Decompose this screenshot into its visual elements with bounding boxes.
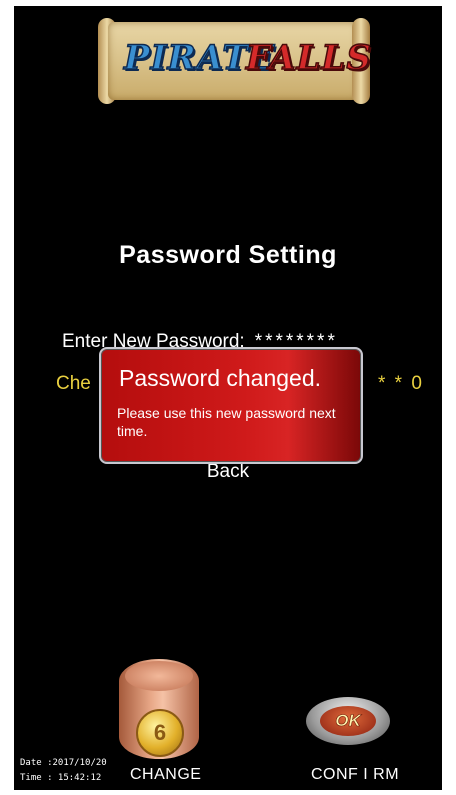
date-stamp: Date :2017/10/20 — [20, 758, 107, 768]
time-stamp: Time : 15:42:12 — [20, 773, 102, 783]
dialog-heading: Password changed. — [119, 365, 322, 391]
dialog-message: Please use this new password next time. — [117, 405, 336, 439]
page-title: Password Setting — [119, 241, 337, 269]
check-password-value: * * 0 — [378, 373, 424, 394]
change-button[interactable]: 6 — [119, 659, 199, 759]
confirm-label: CONF I RM — [311, 766, 400, 783]
coin-icon: 6 — [136, 709, 184, 757]
check-password-label[interactable]: Che — [56, 373, 91, 395]
ok-icon: OK — [320, 706, 376, 736]
back-button[interactable]: Back — [14, 461, 442, 483]
password-changed-dialog: Password changed. Please use this new pa… — [99, 347, 363, 464]
pirate-falls-logo: PIRATE FALLS — [98, 14, 372, 106]
change-label: CHANGE — [130, 766, 202, 783]
barrel-cap — [125, 661, 193, 691]
confirm-button[interactable]: OK — [306, 697, 390, 745]
game-screen: PIRATE FALLS Password Setting Enter New … — [14, 6, 442, 790]
logo-word-falls: FALLS — [245, 37, 372, 79]
